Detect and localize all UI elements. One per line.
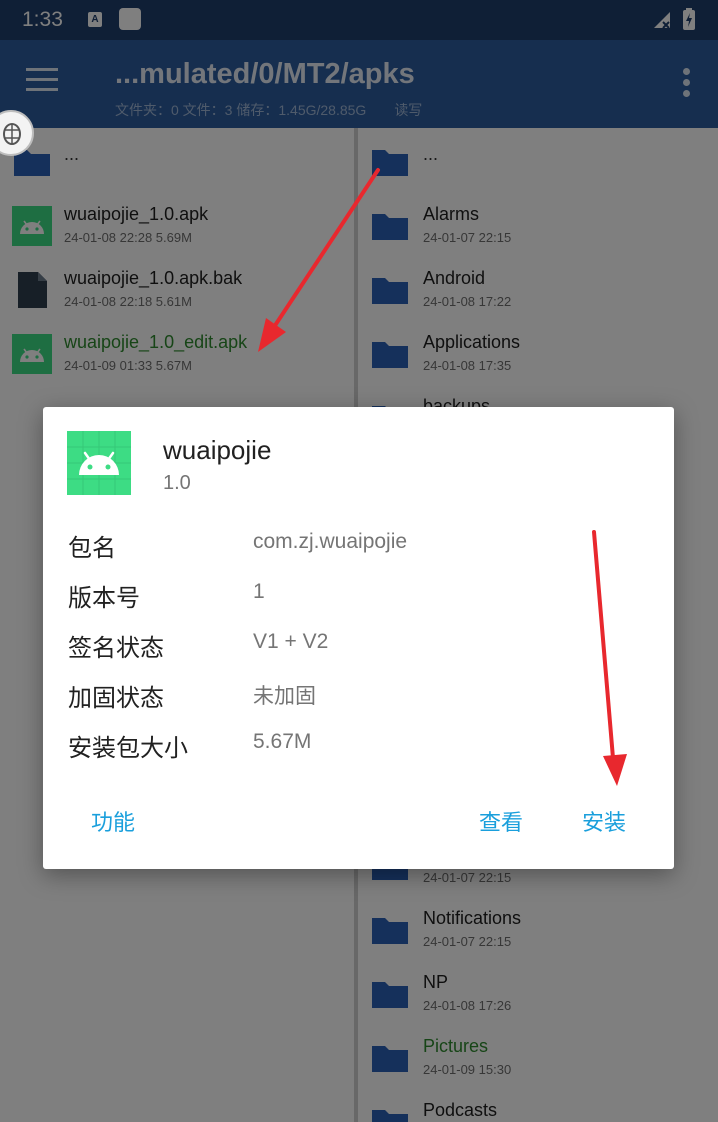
info-label: 加固状态: [68, 685, 164, 712]
info-label: 包名: [68, 535, 116, 562]
info-value: com.zj.wuaipojie: [253, 530, 408, 553]
dialog-app-name: wuaipojie: [163, 435, 272, 465]
info-label: 签名状态: [68, 635, 164, 662]
bug-icon[interactable]: [0, 110, 34, 156]
android-app-icon: [67, 431, 131, 495]
dialog-app-version: 1.0: [163, 472, 191, 494]
info-value: 1: [253, 580, 265, 603]
info-label: 安装包大小: [68, 735, 188, 762]
info-label: 版本号: [68, 585, 140, 612]
info-value: 未加固: [253, 685, 316, 708]
info-value: V1 + V2: [253, 630, 329, 653]
apk-info-dialog: wuaipojie 1.0 包名 com.zj.wuaipojie 版本号 1 …: [43, 407, 674, 869]
install-button[interactable]: 安装: [582, 805, 626, 837]
view-button[interactable]: 查看: [479, 805, 523, 837]
function-button[interactable]: 功能: [91, 805, 135, 837]
info-value: 5.67M: [253, 730, 312, 753]
